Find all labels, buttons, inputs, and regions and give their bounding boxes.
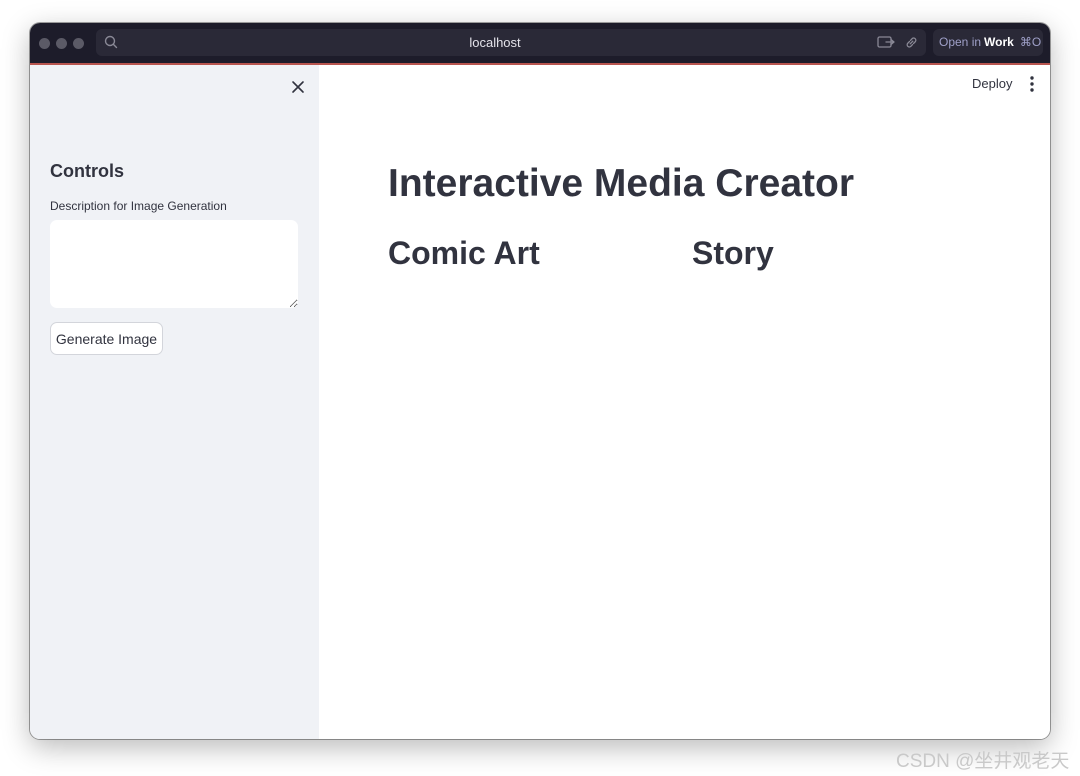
- sidebar: Controls Description for Image Generatio…: [30, 65, 319, 739]
- open-in-app: Work: [984, 35, 1014, 49]
- deploy-button[interactable]: Deploy: [972, 76, 1012, 91]
- generate-image-button[interactable]: Generate Image: [50, 322, 163, 355]
- url-text: localhost: [469, 35, 521, 50]
- more-menu-icon[interactable]: [1025, 75, 1039, 93]
- address-bar[interactable]: localhost: [96, 29, 926, 56]
- description-label: Description for Image Generation: [50, 199, 227, 213]
- comic-art-heading: Comic Art: [388, 235, 540, 271]
- description-textarea[interactable]: [50, 220, 298, 308]
- browser-titlebar: localhost Open in Work ⌘O: [30, 23, 1050, 65]
- cast-icon[interactable]: [877, 35, 895, 55]
- open-in-button[interactable]: Open in Work ⌘O: [933, 29, 1043, 56]
- minimize-window-dot[interactable]: [56, 38, 67, 49]
- story-heading: Story: [692, 235, 774, 271]
- close-window-dot[interactable]: [39, 38, 50, 49]
- close-sidebar-icon[interactable]: [288, 77, 308, 97]
- browser-window: localhost Open in Work ⌘O Controls Descr…: [30, 23, 1050, 739]
- page-title: Interactive Media Creator: [388, 162, 855, 205]
- main-content: Deploy Interactive Media Creator Comic A…: [319, 65, 1050, 739]
- open-in-shortcut: ⌘O: [1019, 35, 1042, 49]
- zoom-window-dot[interactable]: [73, 38, 84, 49]
- link-icon[interactable]: [904, 35, 919, 55]
- sidebar-title: Controls: [50, 161, 124, 181]
- open-in-label: Open in: [939, 35, 982, 49]
- watermark-text: CSDN @坐井观老天: [896, 751, 1070, 772]
